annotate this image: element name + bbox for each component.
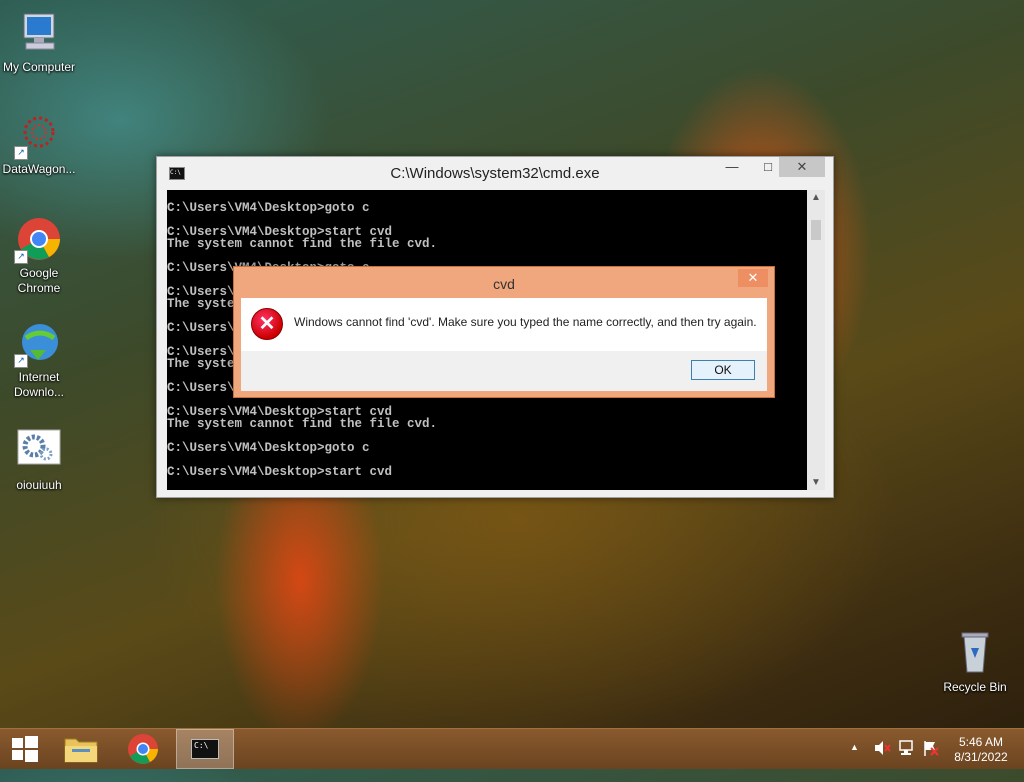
scroll-up-icon[interactable]: ▲ — [807, 192, 825, 203]
shortcut-arrow-icon: ↗ — [14, 354, 28, 368]
scroll-down-icon[interactable]: ▼ — [807, 477, 825, 488]
desktop-icon-recycle-bin[interactable]: Recycle Bin — [937, 630, 1013, 695]
desktop-icon-oiouiuuh[interactable]: oiouiuuh — [1, 428, 77, 493]
dialog-title: cvd — [493, 276, 515, 292]
settings-file-icon — [16, 428, 62, 474]
chrome-icon: ↗ — [14, 216, 62, 264]
desktop-icon-internet-download[interactable]: ↗ Internet Downlo... — [1, 320, 77, 400]
volume-muted-icon[interactable] — [873, 739, 891, 779]
desktop-icon-my-computer[interactable]: My Computer — [1, 10, 77, 75]
minimize-button[interactable]: — — [719, 157, 745, 177]
desktop-icon-label: oiouiuuh — [16, 478, 62, 492]
error-icon: ✕ — [251, 308, 283, 340]
cmd-taskbar-icon: C:\ — [191, 739, 219, 759]
desktop-icon-datawagon[interactable]: ↗ DataWagon... — [1, 112, 77, 177]
dialog-close-button[interactable]: ✕ — [738, 269, 768, 287]
chrome-icon — [128, 734, 158, 764]
taskbar: C:\ ▲ 5:46 AM 8/31/2022 — [0, 728, 1024, 769]
clock-time: 5:46 AM — [958, 735, 1004, 749]
dialog-message: Windows cannot find 'cvd'. Make sure you… — [294, 315, 757, 329]
shortcut-arrow-icon: ↗ — [14, 250, 28, 264]
action-center-flag-icon[interactable] — [922, 739, 940, 779]
desktop-icon-label: Recycle Bin — [943, 680, 1007, 694]
start-button[interactable] — [0, 729, 58, 769]
computer-icon — [16, 10, 62, 56]
dialog-body: ✕ Windows cannot find 'cvd'. Make sure y… — [241, 298, 767, 391]
network-icon[interactable] — [898, 739, 916, 779]
cmd-taskbar-icon-text: C:\ — [194, 741, 209, 750]
error-dialog[interactable]: cvd ✕ ✕ Windows cannot find 'cvd'. Make … — [233, 266, 775, 398]
desktop-icon-label: My Computer — [2, 60, 76, 74]
maximize-button[interactable]: □ — [755, 157, 781, 177]
desktop-icon-label: Google Chrome — [17, 266, 61, 295]
recycle-bin-icon — [952, 630, 998, 676]
taskbar-cmd[interactable]: C:\ — [176, 729, 234, 769]
desktop-icon-google-chrome[interactable]: ↗ Google Chrome — [1, 216, 77, 296]
desktop-icon-label: Internet Downlo... — [13, 370, 65, 399]
datawagon-icon: ↗ — [14, 112, 62, 160]
scrollbar-thumb[interactable] — [811, 220, 821, 240]
taskbar-chrome[interactable] — [114, 729, 172, 769]
show-hidden-icons-button[interactable]: ▲ — [850, 742, 859, 782]
dialog-message-area: ✕ Windows cannot find 'cvd'. Make sure y… — [241, 298, 767, 351]
shortcut-arrow-icon: ↗ — [14, 146, 28, 160]
vertical-scrollbar[interactable]: ▲ ▼ — [807, 190, 825, 490]
taskbar-file-explorer[interactable] — [52, 729, 110, 769]
internet-download-manager-icon: ↗ — [14, 320, 62, 368]
taskbar-clock[interactable]: 5:46 AM 8/31/2022 — [946, 735, 1016, 765]
ok-button[interactable]: OK — [691, 360, 755, 380]
windows-logo-icon — [12, 736, 38, 762]
clock-date: 8/31/2022 — [954, 750, 1008, 764]
cmd-titlebar[interactable]: C:\ C:\Windows\system32\cmd.exe — □ ✕ — [157, 157, 833, 189]
folder-icon — [64, 738, 98, 763]
close-button[interactable]: ✕ — [779, 157, 825, 177]
desktop-icon-label: DataWagon... — [2, 162, 76, 176]
